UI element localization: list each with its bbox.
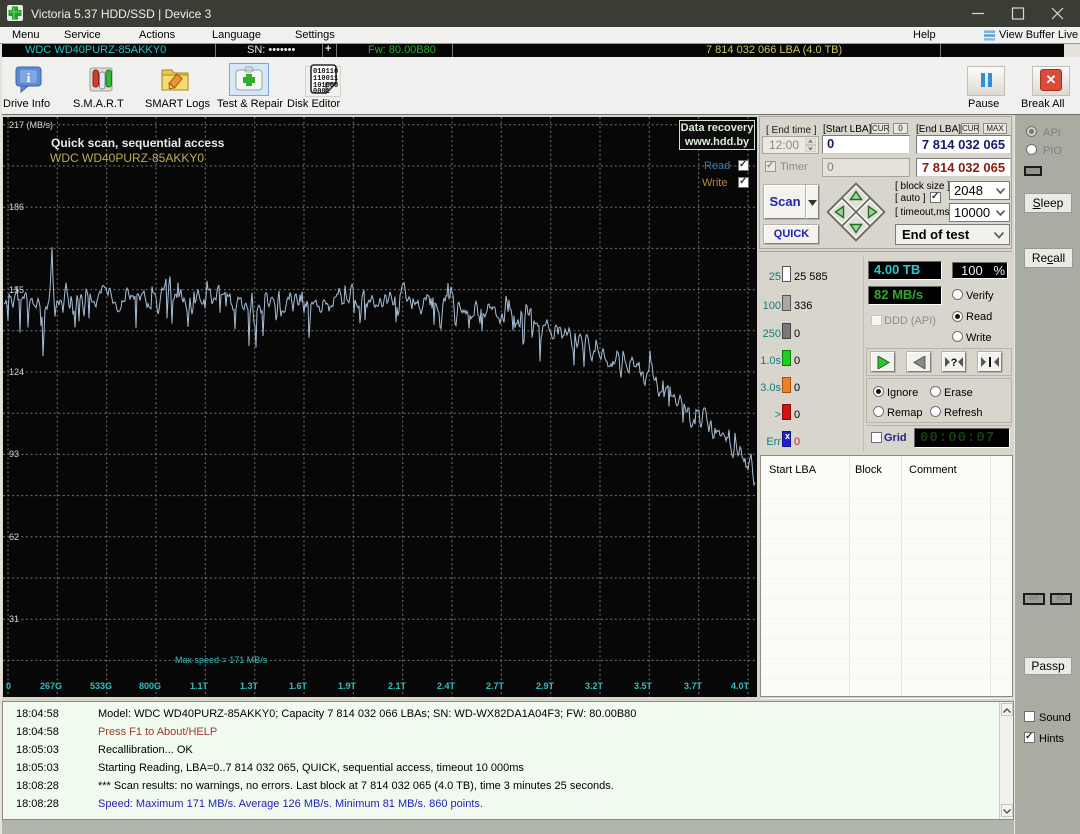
- svg-text:0001: 0001: [313, 88, 330, 95]
- svg-text:?: ?: [951, 357, 958, 368]
- svg-text:i: i: [27, 70, 31, 85]
